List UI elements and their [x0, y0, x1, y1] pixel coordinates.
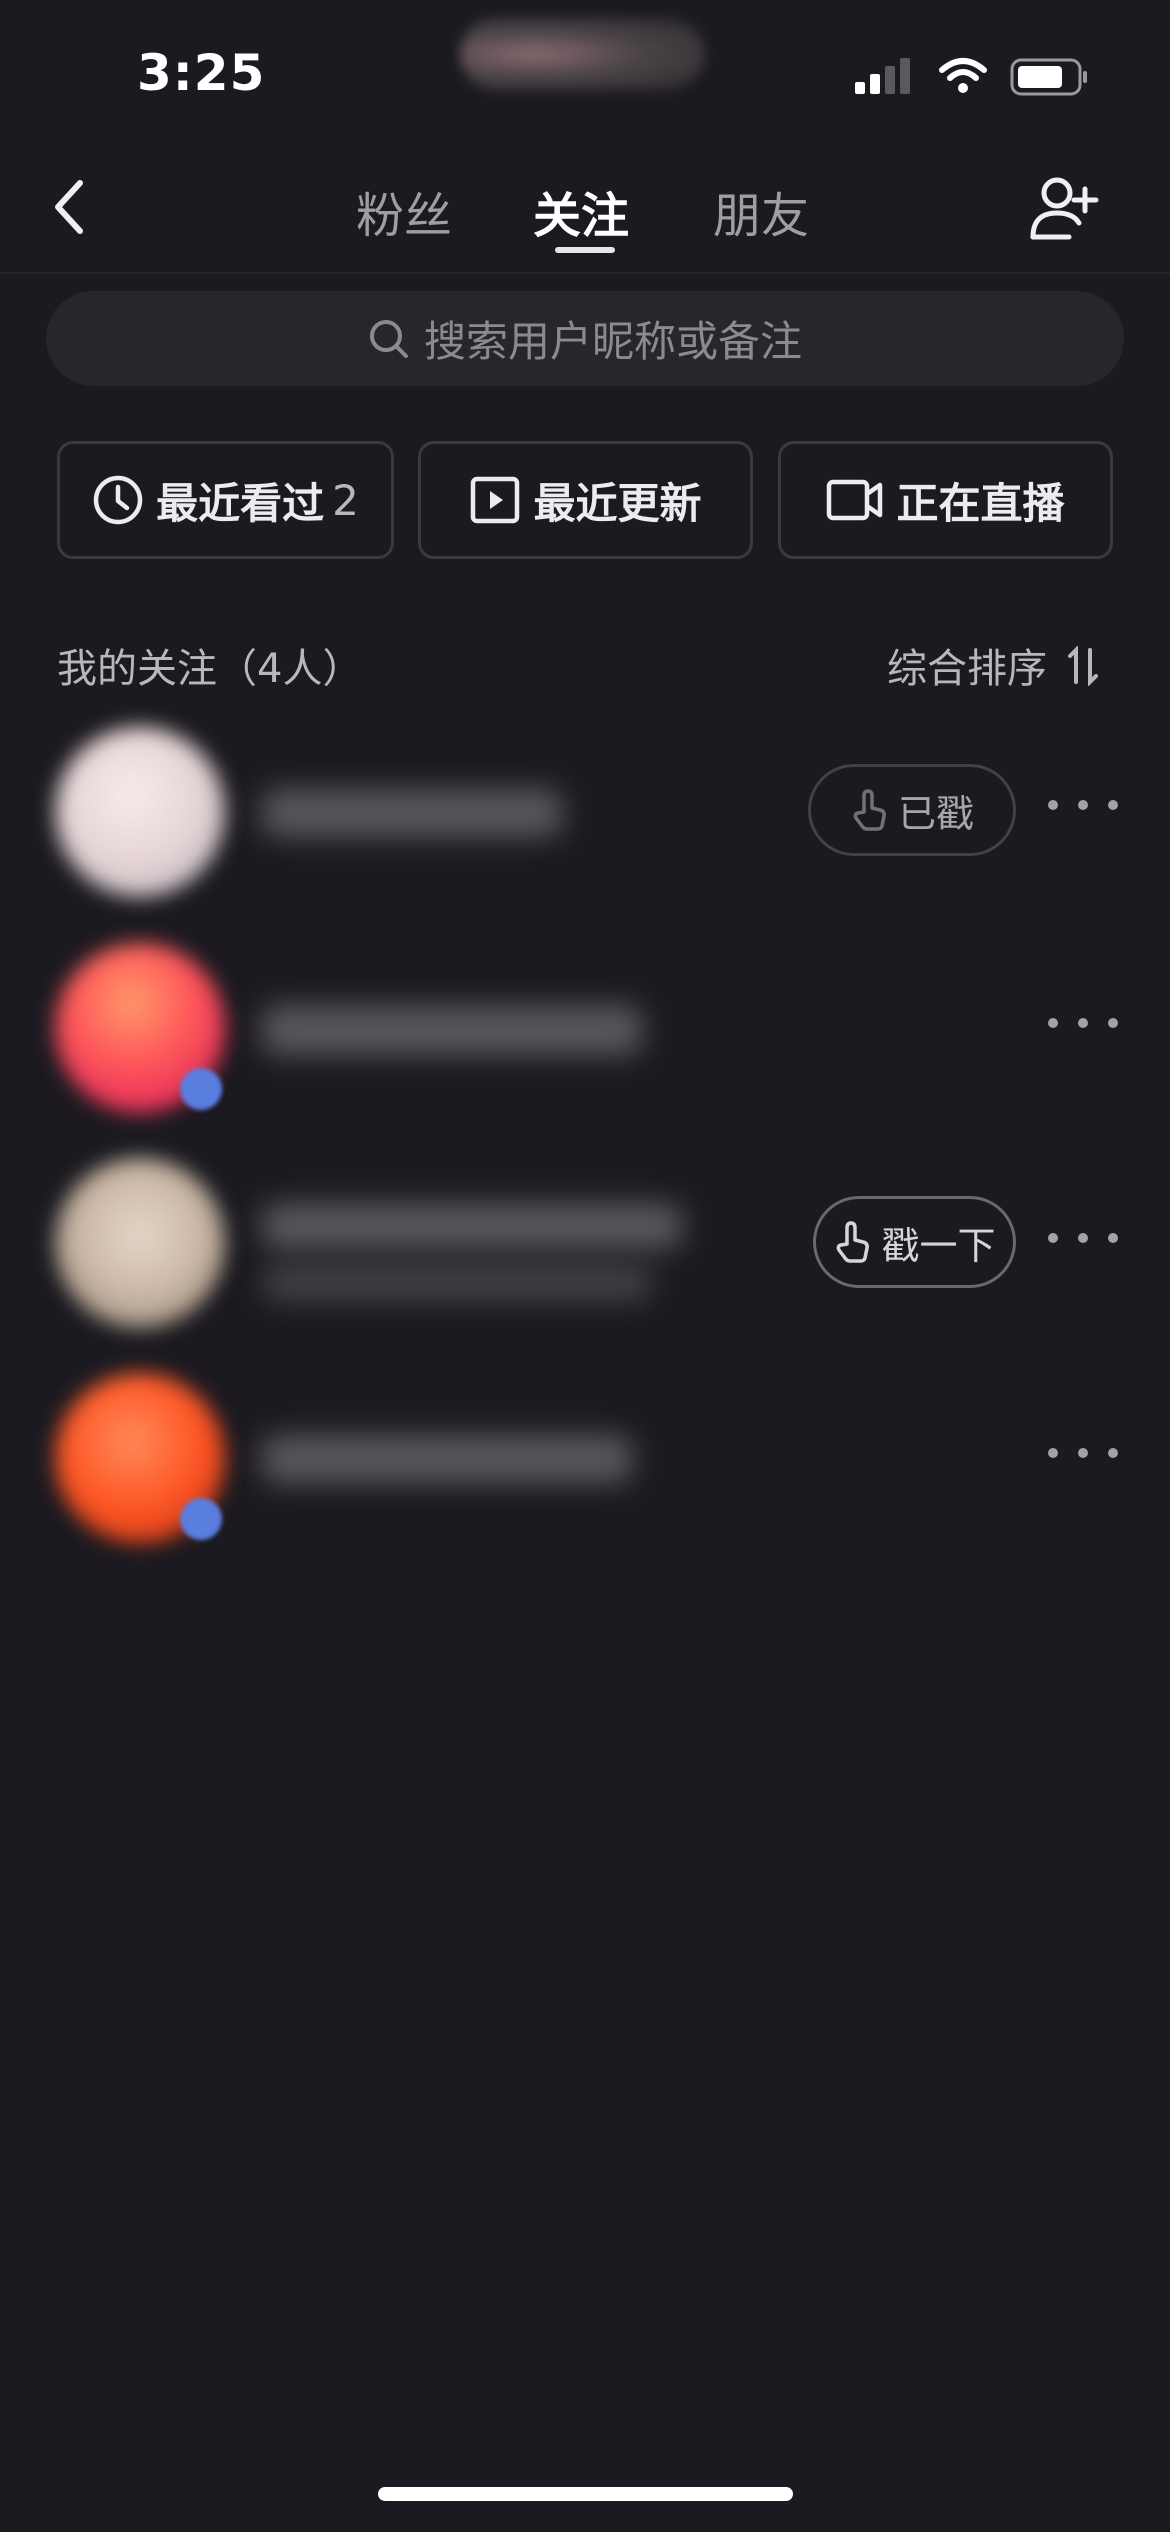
filter-recently-updated[interactable]: 最近更新 [418, 441, 753, 559]
home-indicator [378, 2487, 793, 2501]
user-subtitle-blurred [262, 1266, 652, 1300]
status-time: 3:25 [137, 44, 266, 102]
tab-friends[interactable]: 朋友 [713, 176, 809, 246]
list-item[interactable]: 戳一下 [0, 1158, 1170, 1358]
search-input[interactable]: 搜索用户昵称或备注 [46, 291, 1124, 386]
user-name-blurred [262, 789, 562, 837]
video-camera-icon [827, 479, 883, 521]
verified-badge [180, 1498, 222, 1540]
avatar[interactable] [55, 727, 225, 897]
back-button[interactable] [40, 172, 100, 242]
more-options-button[interactable] [1048, 1003, 1118, 1043]
list-item[interactable]: 已戳 [0, 727, 1170, 927]
more-options-button[interactable] [1048, 1433, 1118, 1473]
signal-icon [855, 58, 910, 94]
wifi-icon [939, 58, 987, 93]
tab-fans[interactable]: 粉丝 [356, 176, 452, 246]
header-divider [0, 272, 1170, 274]
user-name-blurred [262, 1435, 632, 1483]
search-placeholder: 搜索用户昵称或备注 [423, 317, 802, 366]
dynamic-island [460, 18, 705, 90]
poked-button[interactable]: 已戳 [808, 764, 1016, 856]
list-item[interactable] [0, 1373, 1170, 1573]
sort-arrows-icon [1067, 645, 1098, 687]
filter-recently-viewed-label: 最近看过 [156, 478, 325, 528]
filter-recently-updated-label: 最近更新 [533, 478, 702, 528]
user-plus-icon [1030, 177, 1099, 240]
filter-recently-viewed[interactable]: 最近看过 2 [57, 441, 394, 559]
following-count-title: 我的关注（4人） [57, 646, 363, 692]
avatar[interactable] [55, 1158, 225, 1328]
active-tab-indicator [555, 247, 615, 253]
user-name-blurred [262, 1203, 682, 1249]
clock-icon [93, 475, 143, 525]
battery-icon [1010, 58, 1087, 96]
sort-button[interactable]: 综合排序 [887, 636, 1100, 694]
tab-following[interactable]: 关注 [533, 176, 629, 246]
filter-recently-viewed-count: 2 [332, 475, 359, 525]
sort-label: 综合排序 [887, 646, 1047, 692]
chevron-left-icon [55, 180, 83, 234]
search-icon [369, 319, 408, 358]
poked-label: 已戳 [897, 791, 974, 836]
more-options-button[interactable] [1048, 785, 1118, 825]
tap-hand-icon [853, 789, 886, 831]
add-friend-button[interactable] [1025, 168, 1105, 248]
more-options-button[interactable] [1048, 1218, 1118, 1258]
tap-hand-icon [837, 1221, 870, 1263]
verified-badge [180, 1068, 222, 1110]
filter-live-now[interactable]: 正在直播 [778, 441, 1113, 559]
filter-live-now-label: 正在直播 [896, 478, 1065, 528]
poke-button[interactable]: 戳一下 [813, 1196, 1016, 1288]
play-square-icon [471, 476, 520, 524]
user-name-blurred [262, 1005, 642, 1055]
list-item[interactable] [0, 943, 1170, 1143]
poke-label: 戳一下 [881, 1223, 996, 1268]
